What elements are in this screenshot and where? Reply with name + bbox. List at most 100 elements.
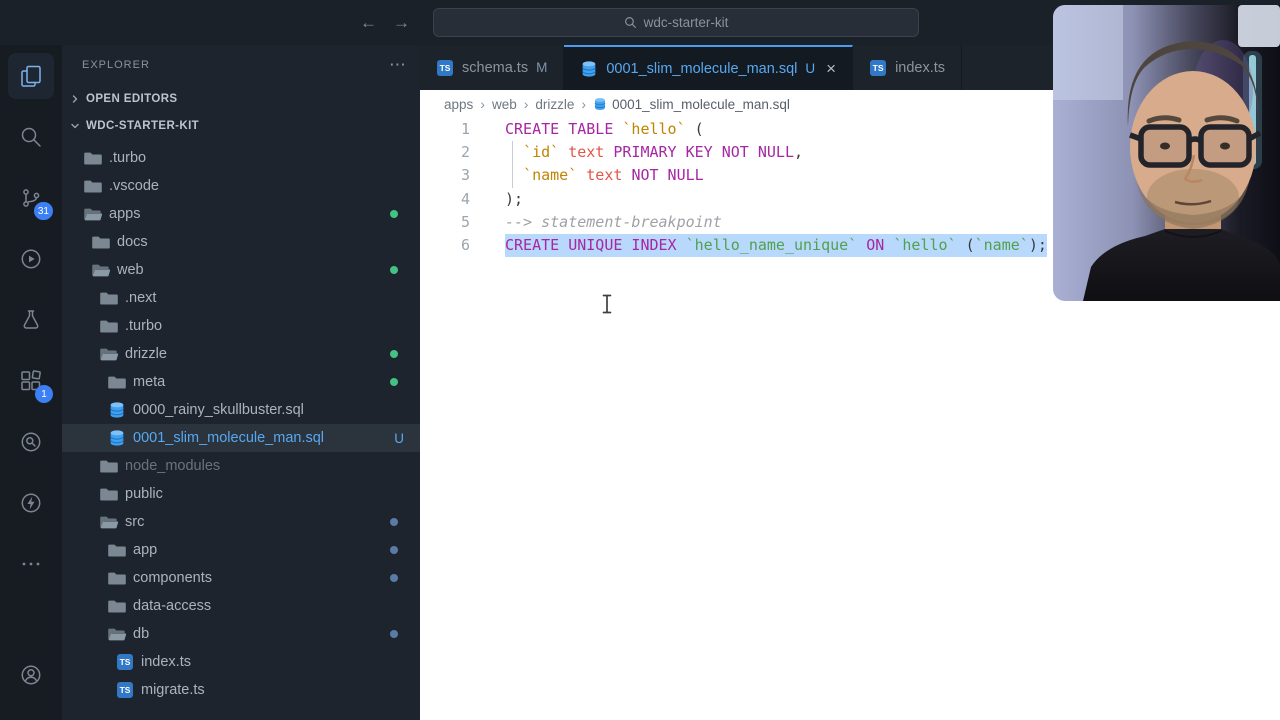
tree-item-.vscode[interactable]: .vscode [62,172,420,200]
tree-item-components[interactable]: components [62,564,420,592]
tree-item-label: migrate.ts [141,682,205,698]
breadcrumb-separator: › [581,96,587,112]
tree-item-web[interactable]: web [62,256,420,284]
activity-thunder-client-button[interactable] [8,480,54,526]
activity-circle-search-button[interactable] [8,419,54,465]
folder-icon [100,289,118,307]
folder-open-icon [108,625,126,643]
tab-0001_slim_molecule_man.sql[interactable]: 0001_slim_molecule_man.sql U × [564,45,854,90]
breadcrumb-separator: › [523,96,529,112]
explorer-more-actions-icon[interactable]: ⋯ [389,55,406,75]
chevron-right-icon [69,93,81,105]
git-dot-badge [390,630,398,638]
tree-item-node_modules[interactable]: node_modules [62,452,420,480]
folder-open-icon [100,513,118,531]
activity-testing-button[interactable] [8,297,54,343]
project-root-label: WDC-STARTER-KIT [86,119,200,132]
close-icon[interactable]: × [826,60,836,77]
tree-item-label: app [133,542,158,558]
tree-item-0001_slim_molecule_man.sql[interactable]: 0001_slim_molecule_man.sql U [62,424,420,452]
activity-extensions-button[interactable]: 1 [8,358,54,404]
tree-item-label: meta [133,374,166,390]
chevron-down-icon [69,120,81,132]
command-center-label: wdc-starter-kit [643,15,729,30]
tree-item-apps[interactable]: apps [62,200,420,228]
tree-item-label: index.ts [141,654,191,670]
breadcrumb-separator: › [480,96,485,112]
line-content: ); [505,189,524,208]
back-arrow-icon[interactable]: ← [360,14,377,31]
folder-open-icon [84,205,102,223]
folder-icon [108,569,126,587]
tree-item-public[interactable]: public [62,480,420,508]
typescript-icon: TS [117,654,133,670]
tree-item-label: .turbo [125,318,163,334]
line-number: 1 [460,120,470,138]
tree-item-.turbo[interactable]: .turbo [62,312,420,340]
tree-item-docs[interactable]: docs [62,228,420,256]
extensions-badge: 1 [35,385,53,403]
tab-label: index.ts [895,59,946,76]
webcam-person [1053,5,1280,301]
tree-item-app[interactable]: app [62,536,420,564]
more-icon [22,562,40,566]
tree-item-label: docs [117,234,148,250]
database-icon [580,60,598,78]
activity-search-button[interactable] [8,114,54,160]
breadcrumb-item-drizzle[interactable]: drizzle [535,97,574,112]
project-root-section[interactable]: WDC-STARTER-KIT [62,112,420,139]
tab-index.ts[interactable]: TS index.ts [853,45,963,90]
tab-label: schema.ts [462,59,529,76]
tree-item-label: components [133,570,212,586]
activity-source-control-button[interactable]: 31 [8,175,54,221]
activity-run-debug-button[interactable] [8,236,54,282]
indent-guide [512,141,513,188]
tree-item-label: node_modules [125,458,221,474]
git-dot-badge [390,378,398,386]
tree-item-src[interactable]: src [62,508,420,536]
breadcrumb-item-file[interactable]: 0001_slim_molecule_man.sql [593,97,790,112]
line-content: CREATE TABLE `hello` ( [505,120,704,138]
git-dot-badge [390,546,398,554]
git-status-badge: U [805,61,816,76]
typescript-icon: TS [116,681,134,699]
tree-item-.next[interactable]: .next [62,284,420,312]
folder-icon [108,541,126,559]
line-content: CREATE UNIQUE INDEX `hello_name_unique` … [505,233,1047,258]
tree-item-db[interactable]: db [62,620,420,648]
forward-arrow-icon[interactable]: → [393,14,410,31]
sidebar-title: EXPLORER [82,59,150,71]
tree-item-label: 0000_rainy_skullbuster.sql [133,402,304,418]
tree-item-migrate.ts[interactable]: TS migrate.ts [62,676,420,704]
typescript-icon: TS [437,59,453,76]
tree-item-data-access[interactable]: data-access [62,592,420,620]
typescript-icon: TS [117,682,133,698]
tree-item-meta[interactable]: meta [62,368,420,396]
circle-search-icon [21,432,41,452]
command-center-search[interactable]: wdc-starter-kit [433,8,919,37]
tree-item-label: .turbo [109,150,147,166]
tab-schema.ts[interactable]: TS schema.ts M [420,45,565,90]
git-status-badge: M [536,60,548,75]
tree-item-index.ts[interactable]: TS index.ts [62,648,420,676]
tree-item-label: public [125,486,163,502]
activity-account-button[interactable] [8,652,54,698]
breadcrumb-item-apps[interactable]: apps [444,97,473,112]
tree-item-label: apps [109,206,141,222]
activity-explorer-button[interactable] [8,53,54,99]
tree-item-0000_rainy_skullbuster.sql[interactable]: 0000_rainy_skullbuster.sql [62,396,420,424]
git-dot-badge [390,266,398,274]
folder-icon [108,597,126,615]
line-number: 5 [460,212,470,231]
tree-item-label: .next [125,290,157,306]
source-control-badge: 31 [33,202,53,220]
line-content: `id` text PRIMARY KEY NOT NULL, [523,143,804,162]
database-icon [108,429,126,447]
breadcrumb-item-web[interactable]: web [492,97,517,112]
history-nav: ← → [360,14,410,31]
activity-more-button[interactable] [8,541,54,587]
open-editors-section[interactable]: OPEN EDITORS [62,85,420,112]
tree-item-.turbo[interactable]: .turbo [62,144,420,172]
line-number: 6 [460,235,470,254]
tree-item-drizzle[interactable]: drizzle [62,340,420,368]
